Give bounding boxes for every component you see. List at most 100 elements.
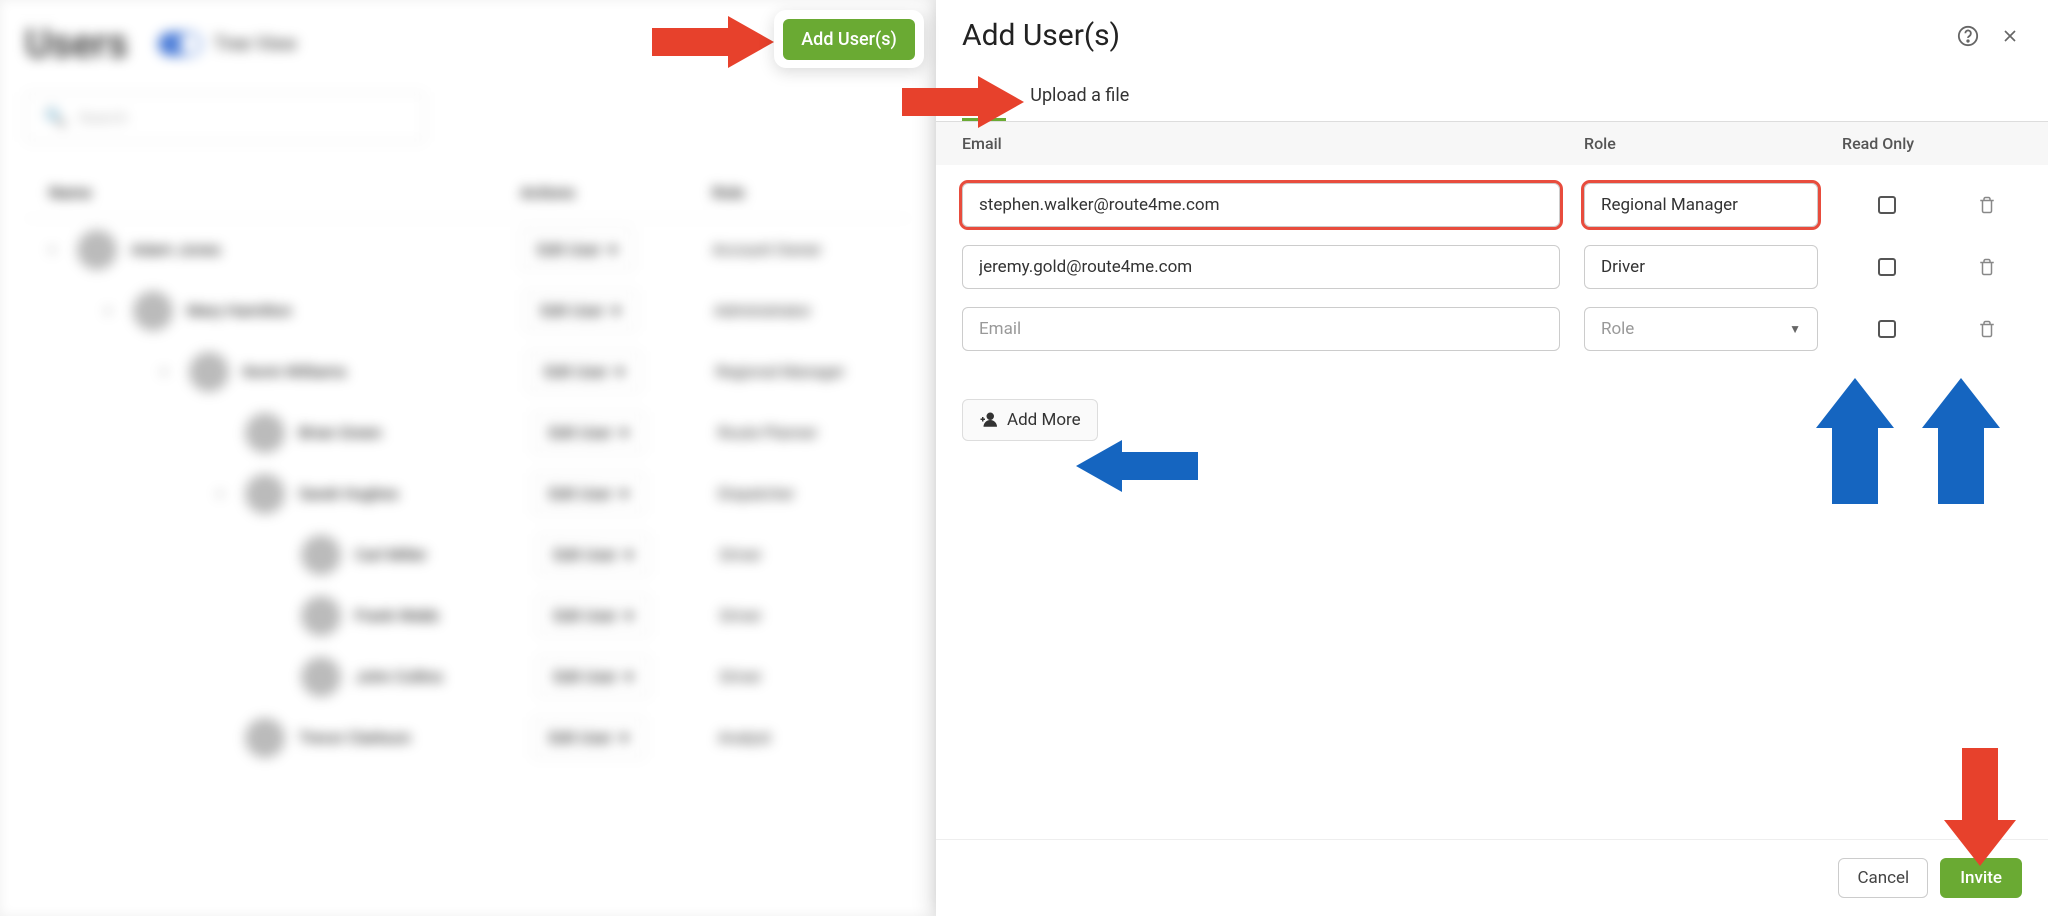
- edit-user-button[interactable]: Edit User ▾: [532, 473, 646, 514]
- annotation-arrow-add-more: [1076, 440, 1198, 496]
- role-value: Driver: [1601, 257, 1645, 277]
- user-role: Account Owner: [712, 240, 887, 259]
- edit-user-button[interactable]: Edit User ▾: [532, 717, 646, 758]
- user-role: Route Planner: [718, 423, 887, 442]
- user-name: Sarah Hughes: [299, 484, 399, 503]
- user-role: Driver: [720, 545, 887, 564]
- role-value: Role: [1601, 319, 1634, 339]
- background-users-page: Users Tree View 🔍 Search Name Actions Ro…: [0, 0, 936, 916]
- email-field[interactable]: [962, 245, 1560, 289]
- annotation-arrow-delete: [1922, 378, 2000, 508]
- tab-upload[interactable]: Upload a file: [1030, 71, 1129, 121]
- th-actions: Actions: [520, 183, 712, 202]
- chevron-down-icon[interactable]: ▾: [161, 365, 175, 379]
- table-row: Brian Green Edit User ▾ Route Planner: [25, 402, 911, 463]
- chevron-down-icon[interactable]: ▾: [217, 487, 231, 501]
- table-row: Trevor Clarkson Edit User ▾ Analyst: [25, 707, 911, 768]
- toggle-label: Tree View: [214, 32, 297, 55]
- user-name: John Collins: [355, 667, 443, 686]
- trash-icon[interactable]: [1978, 257, 1998, 277]
- table-row: ▾ Adam Jones Edit User ▾ Account Owner: [25, 219, 911, 280]
- email-field[interactable]: [962, 183, 1560, 227]
- role-select[interactable]: Role ▼: [1584, 307, 1818, 351]
- panel-tabs: Invite Upload a file: [936, 71, 2048, 122]
- table-row: ▾ Mary Hamilton Edit User ▾ Administrato…: [25, 280, 911, 341]
- invite-row: Driver: [962, 227, 2022, 289]
- annotation-arrow-invite-button: [1944, 748, 2016, 870]
- user-name: Trevor Clarkson: [299, 728, 411, 747]
- user-name: Kevin Williams: [243, 362, 346, 381]
- th-email: Email: [962, 134, 1584, 153]
- invite-row: Regional Manager: [962, 165, 2022, 227]
- avatar: [301, 596, 341, 636]
- add-user-icon: [979, 411, 997, 429]
- table-row: ▾ Kevin Williams Edit User ▾ Regional Ma…: [25, 341, 911, 402]
- avatar: [245, 718, 285, 758]
- role-value: Regional Manager: [1601, 195, 1738, 215]
- users-table: Name Actions Role ▾ Adam Jones Edit User…: [25, 167, 911, 768]
- invite-column-headers: Email Role Read Only: [936, 122, 2048, 165]
- user-role: Regional Manager: [716, 362, 887, 381]
- avatar: [245, 413, 285, 453]
- read-only-checkbox[interactable]: [1878, 196, 1896, 214]
- user-name: Carl Miller: [355, 545, 427, 564]
- tree-view-toggle[interactable]: Tree View: [158, 32, 297, 56]
- table-row: ▾ Sarah Hughes Edit User ▾ Dispatcher: [25, 463, 911, 524]
- edit-user-button[interactable]: Edit User ▾: [537, 595, 651, 636]
- trash-icon[interactable]: [1978, 195, 1998, 215]
- avatar: [189, 352, 229, 392]
- search-placeholder: Search: [78, 108, 127, 127]
- edit-user-button[interactable]: Edit User ▾: [537, 656, 651, 697]
- panel-footer: Cancel Invite: [936, 839, 2048, 916]
- chevron-down-icon: ▼: [1789, 322, 1801, 336]
- email-field[interactable]: [962, 307, 1560, 351]
- annotation-arrow-invite-tab: [902, 76, 1024, 128]
- th-role: Role: [1584, 134, 1842, 153]
- avatar: [301, 657, 341, 697]
- user-role: Driver: [720, 667, 887, 686]
- panel-title: Add User(s): [962, 18, 1120, 53]
- table-row: Frank Webb Edit User ▾ Driver: [25, 585, 911, 646]
- th-name: Name: [49, 183, 520, 202]
- user-role: Driver: [720, 606, 887, 625]
- user-role: Dispatcher: [718, 484, 887, 503]
- table-row: Carl Miller Edit User ▾ Driver: [25, 524, 911, 585]
- table-row: John Collins Edit User ▾ Driver: [25, 646, 911, 707]
- edit-user-button[interactable]: Edit User ▾: [527, 351, 641, 392]
- th-read-only: Read Only: [1842, 134, 1950, 153]
- user-name: Brian Green: [299, 423, 382, 442]
- user-role: Administrator: [714, 301, 887, 320]
- search-icon: 🔍: [44, 107, 66, 128]
- user-name: Mary Hamilton: [187, 301, 292, 320]
- edit-user-button[interactable]: Edit User ▾: [537, 534, 651, 575]
- th-role: Role: [712, 183, 887, 202]
- read-only-checkbox[interactable]: [1878, 258, 1896, 276]
- invite-row: Role ▼: [962, 289, 2022, 351]
- search-input[interactable]: 🔍 Search: [25, 92, 425, 142]
- user-name: Adam Jones: [131, 240, 221, 259]
- avatar: [245, 474, 285, 514]
- avatar: [77, 230, 117, 270]
- page-title: Users: [25, 20, 128, 67]
- edit-user-button[interactable]: Edit User ▾: [524, 290, 638, 331]
- role-select[interactable]: Regional Manager: [1584, 183, 1818, 227]
- annotation-arrow-read-only: [1816, 378, 1894, 508]
- close-icon[interactable]: [1998, 24, 2022, 48]
- add-more-button[interactable]: Add More: [962, 399, 1098, 441]
- chevron-down-icon[interactable]: ▾: [105, 304, 119, 318]
- avatar: [133, 291, 173, 331]
- cancel-button[interactable]: Cancel: [1838, 858, 1928, 898]
- chevron-down-icon[interactable]: ▾: [49, 243, 63, 257]
- role-select[interactable]: Driver: [1584, 245, 1818, 289]
- annotation-arrow-add-users: [652, 16, 774, 68]
- trash-icon[interactable]: [1978, 319, 1998, 339]
- user-role: Analyst: [718, 728, 887, 747]
- edit-user-button[interactable]: Edit User ▾: [520, 229, 634, 270]
- help-icon[interactable]: [1956, 24, 1980, 48]
- edit-user-button[interactable]: Edit User ▾: [532, 412, 646, 453]
- add-users-button[interactable]: Add User(s): [783, 19, 915, 60]
- add-users-button-wrap: Add User(s): [774, 10, 924, 68]
- user-name: Frank Webb: [355, 606, 439, 625]
- toggle-switch-icon: [158, 32, 202, 56]
- read-only-checkbox[interactable]: [1878, 320, 1896, 338]
